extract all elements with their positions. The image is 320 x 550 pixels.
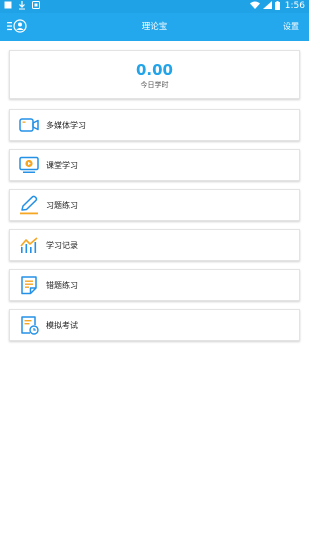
menu-item-classroom[interactable]: 课堂学习 [9, 149, 300, 181]
main-content: 0.00 今日学时 多媒体学习 课堂学习 习题练习 学习记录 错题练习 模拟考试 [0, 41, 309, 550]
battery-icon [274, 0, 280, 13]
menu-item-label: 课堂学习 [46, 160, 78, 170]
menu-item-label: 模拟考试 [46, 320, 78, 330]
menu-item-mistakes[interactable]: 错题练习 [9, 269, 300, 301]
app-bar: 理论宝 设置 [0, 13, 309, 41]
signal-icon [262, 1, 272, 12]
study-hours-label: 今日学时 [140, 81, 169, 89]
study-hours-card: 0.00 今日学时 [9, 50, 300, 99]
status-notifications [4, 0, 40, 13]
screenshot-notification-icon [4, 1, 12, 12]
menu-item-label: 学习记录 [46, 240, 78, 250]
exam-clock-icon [19, 315, 39, 335]
monitor-play-icon [19, 155, 39, 175]
menu-item-study-record[interactable]: 学习记录 [9, 229, 300, 261]
notepad-icon [19, 275, 39, 295]
app-title: 理论宝 [141, 22, 168, 32]
menu-item-multimedia[interactable]: 多媒体学习 [9, 109, 300, 141]
menu-item-label: 错题练习 [46, 280, 78, 290]
study-hours-value: 0.00 [135, 61, 173, 79]
menu-item-exercises[interactable]: 习题练习 [9, 189, 300, 221]
pencil-icon [19, 195, 39, 215]
menu-item-label: 习题练习 [46, 200, 78, 210]
status-bar: 1:56 [0, 0, 309, 13]
status-system: 1:56 [249, 0, 305, 13]
download-icon [18, 0, 26, 13]
wifi-icon [249, 1, 260, 12]
menu-item-mock-exam[interactable]: 模拟考试 [9, 309, 300, 341]
app-notification-icon [32, 1, 40, 12]
line-chart-icon [19, 235, 39, 255]
status-time: 1:56 [284, 1, 305, 11]
settings-button[interactable]: 设置 [283, 13, 299, 41]
video-camera-icon [19, 115, 39, 135]
menu-item-label: 多媒体学习 [46, 120, 86, 130]
